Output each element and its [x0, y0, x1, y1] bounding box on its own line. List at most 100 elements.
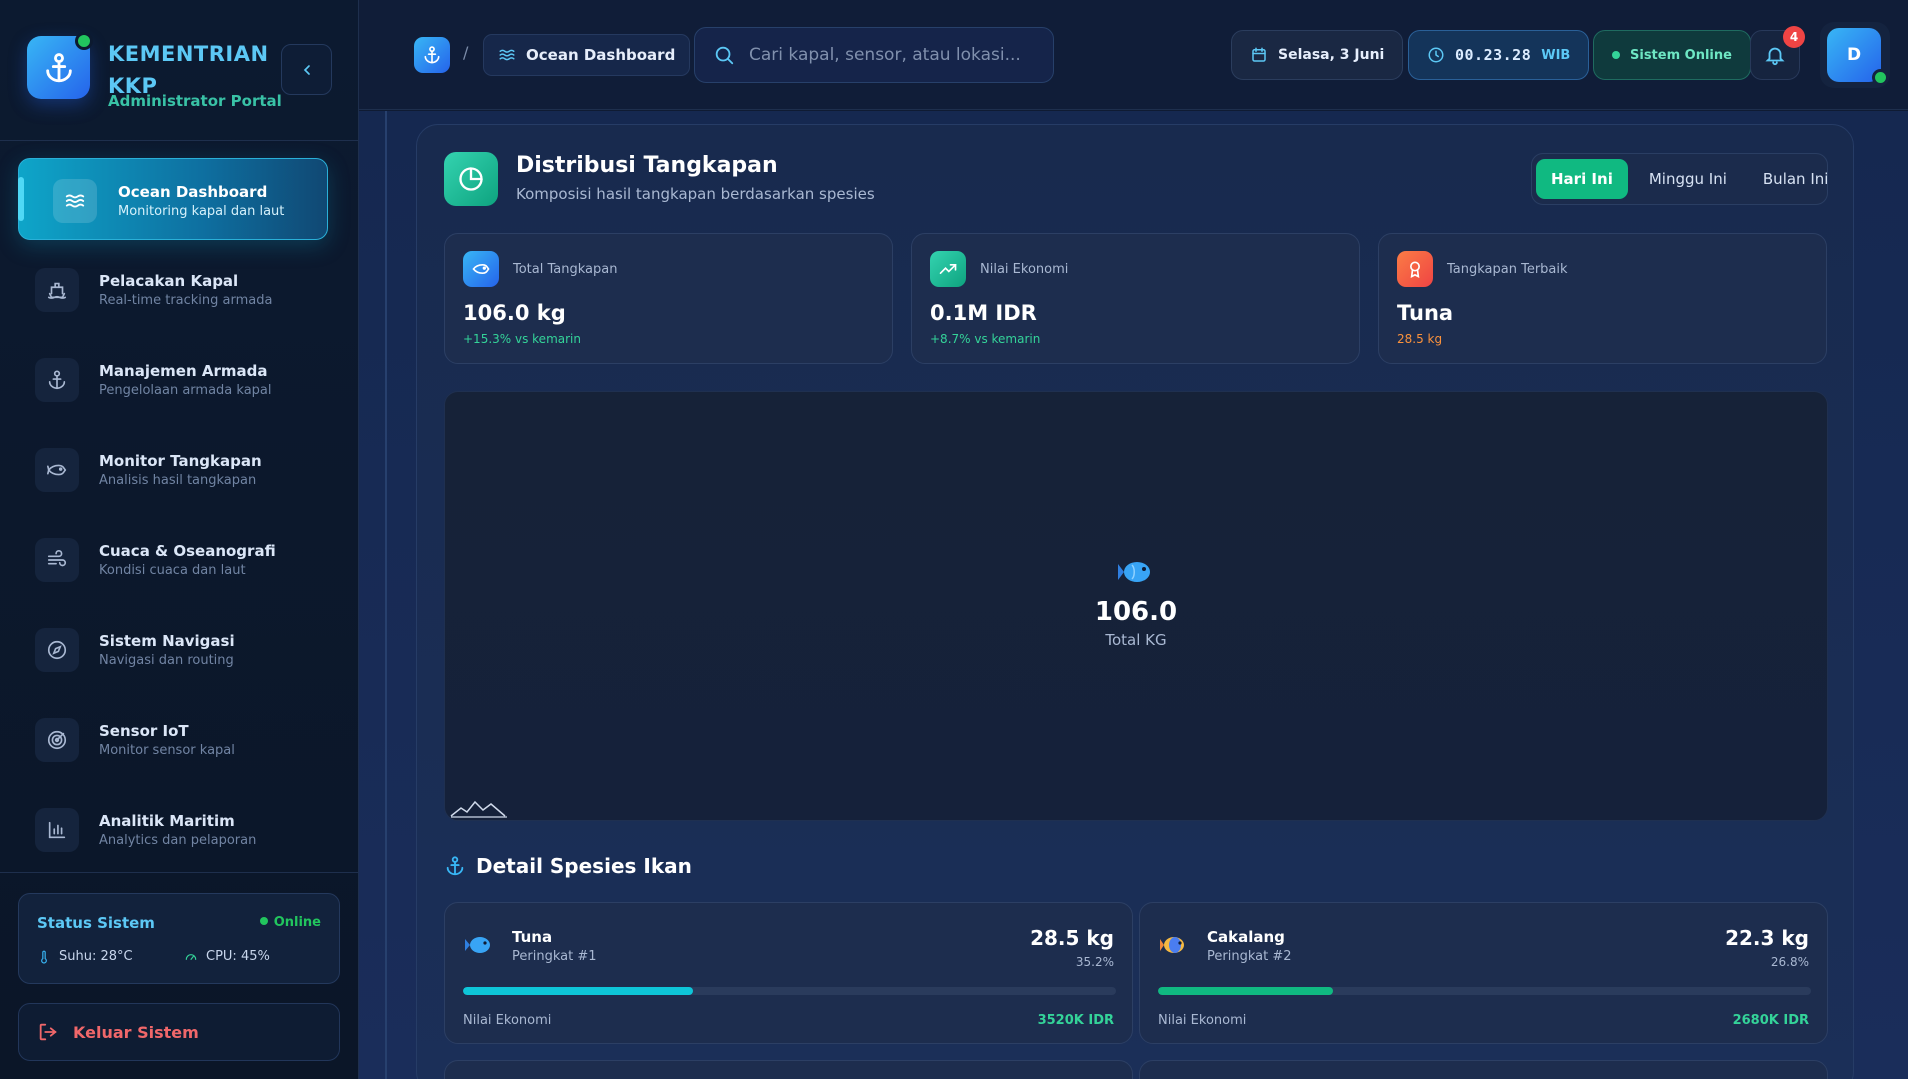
range-today-button[interactable]: Hari Ini [1536, 159, 1628, 199]
date-display: Selasa, 3 Juni [1231, 30, 1404, 80]
kpi-value: Tuna [1397, 301, 1454, 325]
species-name: Tuna [512, 928, 553, 946]
sidebar-item-label: Manajemen Armada [99, 362, 268, 380]
timezone-text: WIB [1541, 47, 1571, 63]
radar-icon [35, 718, 79, 762]
compass-icon [35, 628, 79, 672]
economic-value: 3520K IDR [1037, 1013, 1114, 1028]
kpi-best-catch: Tangkapan Terbaik Tuna 28.5 kg [1378, 233, 1827, 364]
chevron-left-icon [303, 64, 310, 75]
date-text: Selasa, 3 Juni [1278, 47, 1385, 63]
waves-icon [53, 179, 97, 223]
species-section-title: Detail Spesies Ikan [444, 854, 692, 878]
clock-icon [1428, 47, 1444, 63]
logout-button[interactable]: Keluar Sistem [18, 1003, 340, 1061]
species-card-tuna[interactable]: Tuna Peringkat #1 28.5 kg 35.2% Nilai Ek… [444, 902, 1133, 1044]
economic-value: 2680K IDR [1732, 1013, 1809, 1028]
tropical-fish-icon [1158, 929, 1190, 961]
center-value: 106.0 [1094, 597, 1178, 627]
collapse-sidebar-button[interactable] [281, 44, 332, 95]
pie-chart-icon [444, 152, 498, 206]
notification-count-badge: 4 [1783, 26, 1805, 48]
sidebar-item-sistem-navigasi[interactable]: Sistem Navigasi Navigasi dan routing [18, 608, 328, 690]
sidebar-nav: Ocean Dashboard Monitoring kapal dan lau… [18, 158, 328, 878]
thermometer-icon [41, 950, 47, 964]
species-progress-fill [1158, 987, 1333, 995]
breadcrumb-current[interactable]: Ocean Dashboard [483, 34, 691, 76]
anchor-icon [424, 46, 440, 64]
wave-mark-icon [450, 800, 507, 818]
kpi-value: 106.0 kg [463, 301, 566, 325]
system-status-pill: Sistem Online [1593, 30, 1751, 80]
kpi-label: Nilai Ekonomi [980, 262, 1069, 277]
brand-subtitle: Administrator Portal [108, 92, 282, 110]
cpu-value: CPU: 45% [206, 949, 270, 964]
sidebar-item-sub: Monitor sensor kapal [99, 743, 235, 758]
sidebar-item-label: Sensor IoT [99, 722, 189, 740]
species-weight: 22.3 kg [1725, 926, 1809, 950]
species-card-next[interactable] [444, 1060, 1133, 1079]
calendar-icon [1252, 47, 1266, 62]
system-status-card: Status Sistem Online Suhu: 28°C CPU: 45% [18, 893, 340, 984]
avatar-status-dot [1872, 69, 1889, 86]
sidebar-item-pelacakan-kapal[interactable]: Pelacakan Kapal Real-time tracking armad… [18, 248, 328, 330]
sidebar-item-analitik-maritim[interactable]: Analitik Maritim Analytics dan pelaporan [18, 788, 328, 870]
range-week-button[interactable]: Minggu Ini [1634, 159, 1742, 199]
sidebar-item-ocean-dashboard[interactable]: Ocean Dashboard Monitoring kapal dan lau… [18, 158, 328, 240]
sidebar-divider [0, 872, 359, 873]
wind-icon [35, 538, 79, 582]
ship-icon [35, 268, 79, 312]
time-display: 00.23.28 WIB [1408, 30, 1590, 80]
time-text: 00.23.28 [1455, 46, 1532, 64]
kpi-total-catch: Total Tangkapan 106.0 kg +15.3% vs kemar… [444, 233, 893, 364]
breadcrumb-separator: / [463, 43, 469, 62]
species-progress-bar [1158, 987, 1811, 995]
breadcrumb-current-label: Ocean Dashboard [526, 46, 676, 64]
sidebar-item-sub: Kondisi cuaca dan laut [99, 563, 246, 578]
status-badge: Online [260, 915, 321, 930]
user-menu[interactable]: D [1820, 22, 1890, 88]
sidebar-item-sub: Real-time tracking armada [99, 293, 273, 308]
sidebar-item-sub: Navigasi dan routing [99, 653, 234, 668]
sidebar-item-label: Pelacakan Kapal [99, 272, 239, 290]
sidebar: KEMENTRIAN KKP Administrator Portal Ocea… [0, 0, 359, 1079]
sidebar-item-sub: Pengelolaan armada kapal [99, 383, 272, 398]
breadcrumb-home-button[interactable] [414, 37, 450, 73]
species-percent: 35.2% [1075, 955, 1114, 969]
sidebar-item-sub: Analytics dan pelaporan [99, 833, 257, 848]
search-icon [715, 46, 734, 65]
anchor-icon [45, 52, 72, 82]
species-progress-bar [463, 987, 1116, 995]
kpi-delta: +8.7% vs kemarin [930, 332, 1041, 346]
sidebar-item-label: Monitor Tangkapan [99, 452, 262, 470]
kpi-delta: +15.3% vs kemarin [463, 332, 581, 346]
anchor-icon [446, 856, 464, 876]
fish-icon [463, 929, 495, 961]
species-percent: 26.8% [1770, 955, 1809, 969]
waves-icon [499, 49, 515, 61]
fish-icon [35, 448, 79, 492]
search-input[interactable] [749, 45, 1029, 65]
economic-label: Nilai Ekonomi [463, 1013, 552, 1028]
sidebar-item-sub: Analisis hasil tangkapan [99, 473, 257, 488]
time-range-selector: Hari Ini Minggu Ini Bulan Ini [1531, 153, 1828, 205]
species-card-next[interactable] [1139, 1060, 1828, 1079]
logout-label: Keluar Sistem [73, 1022, 199, 1042]
species-weight: 28.5 kg [1030, 926, 1114, 950]
temperature-value: Suhu: 28°C [59, 949, 133, 964]
sidebar-item-sub: Monitoring kapal dan laut [118, 204, 285, 219]
sidebar-item-label: Analitik Maritim [99, 812, 235, 830]
panel-title: Distribusi Tangkapan [516, 153, 778, 178]
catch-distribution-panel: Distribusi Tangkapan Komposisi hasil tan… [416, 124, 1854, 1079]
sidebar-item-sensor-iot[interactable]: Sensor IoT Monitor sensor kapal [18, 698, 328, 780]
fish-icon [463, 251, 499, 287]
species-card-cakalang[interactable]: Cakalang Peringkat #2 22.3 kg 26.8% Nila… [1139, 902, 1828, 1044]
sidebar-item-cuaca[interactable]: Cuaca & Oseanografi Kondisi cuaca dan la… [18, 518, 328, 600]
main-edge [385, 111, 387, 1079]
range-month-button[interactable]: Bulan Ini [1748, 159, 1844, 199]
kpi-label: Total Tangkapan [513, 262, 618, 277]
sidebar-item-monitor-tangkapan[interactable]: Monitor Tangkapan Analisis hasil tangkap… [18, 428, 328, 510]
award-icon [1397, 251, 1433, 287]
sidebar-item-manajemen-armada[interactable]: Manajemen Armada Pengelolaan armada kapa… [18, 338, 328, 420]
kpi-delta: 28.5 kg [1397, 332, 1443, 346]
